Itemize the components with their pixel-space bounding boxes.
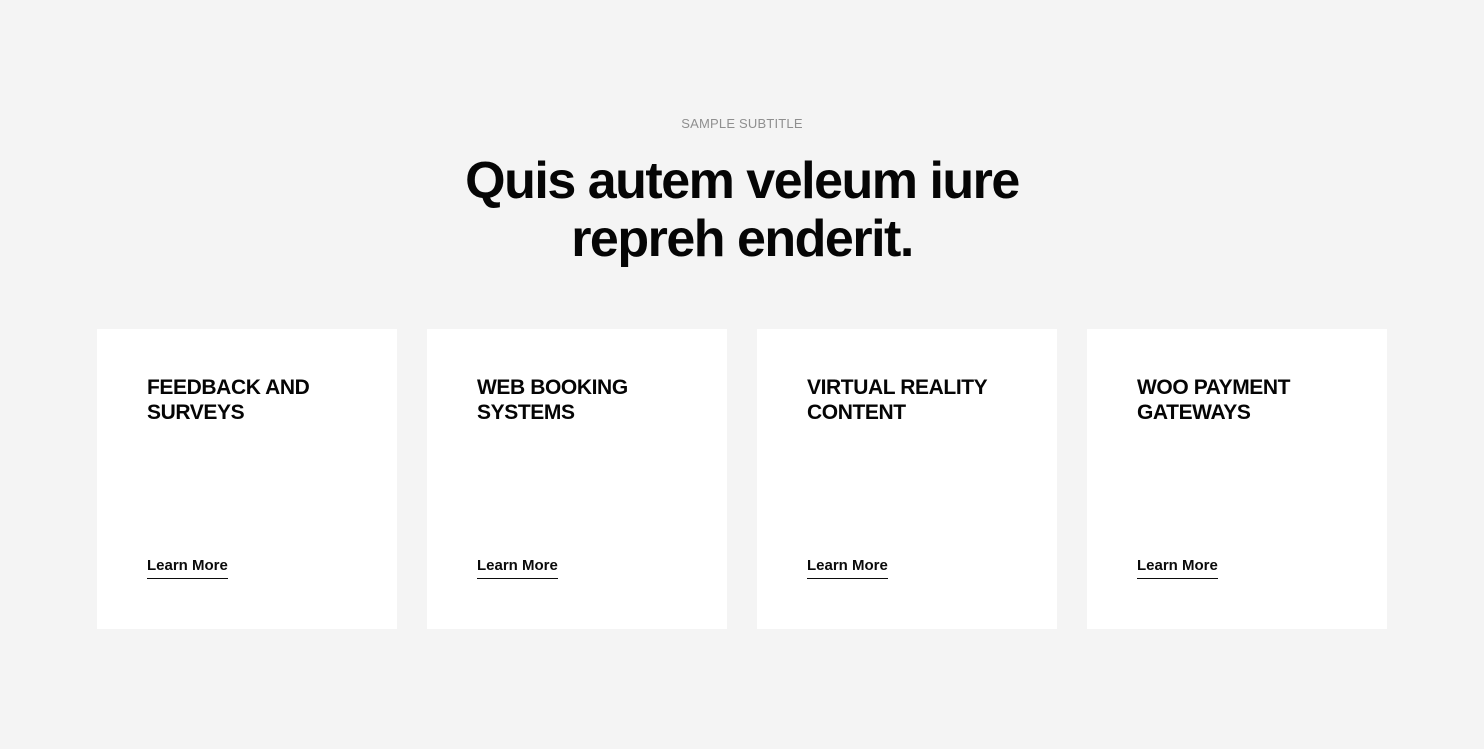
card-title-line-1: FEEDBACK AND <box>147 376 310 399</box>
card-title-line-2: SURVEYS <box>147 401 245 424</box>
card-title-line-1: WEB BOOKING <box>477 376 628 399</box>
card-title-line-2: GATEWAYS <box>1137 401 1251 424</box>
learn-more-link[interactable]: Learn More <box>477 557 558 579</box>
card-title-line-1: VIRTUAL REALITY <box>807 376 988 399</box>
service-card-virtual-reality-content: VIRTUAL REALITY CONTENT Learn More <box>757 329 1057 629</box>
card-title: VIRTUAL REALITY CONTENT <box>807 375 1027 425</box>
section-heading: Quis autem veleum iure repreh enderit. <box>0 152 1484 268</box>
card-title: WOO PAYMENT GATEWAYS <box>1137 375 1357 425</box>
learn-more-link[interactable]: Learn More <box>807 557 888 579</box>
card-title-line-2: SYSTEMS <box>477 401 575 424</box>
section-subtitle: SAMPLE SUBTITLE <box>681 116 803 131</box>
card-title-line-1: WOO PAYMENT <box>1137 376 1291 399</box>
service-card-feedback-and-surveys: FEEDBACK AND SURVEYS Learn More <box>97 329 397 629</box>
learn-more-link[interactable]: Learn More <box>147 557 228 579</box>
section-heading-line-2: repreh enderit. <box>571 210 914 268</box>
services-section: SAMPLE SUBTITLE Quis autem veleum iure r… <box>0 0 1484 749</box>
section-heading-line-1: Quis autem veleum iure <box>465 152 1020 210</box>
card-title: WEB BOOKING SYSTEMS <box>477 375 697 425</box>
learn-more-link[interactable]: Learn More <box>1137 557 1218 579</box>
card-title-line-2: CONTENT <box>807 401 906 424</box>
service-card-woo-payment-gateways: WOO PAYMENT GATEWAYS Learn More <box>1087 329 1387 629</box>
service-card-web-booking-systems: WEB BOOKING SYSTEMS Learn More <box>427 329 727 629</box>
service-cards: FEEDBACK AND SURVEYS Learn More WEB BOOK… <box>97 329 1387 629</box>
card-title: FEEDBACK AND SURVEYS <box>147 375 367 425</box>
